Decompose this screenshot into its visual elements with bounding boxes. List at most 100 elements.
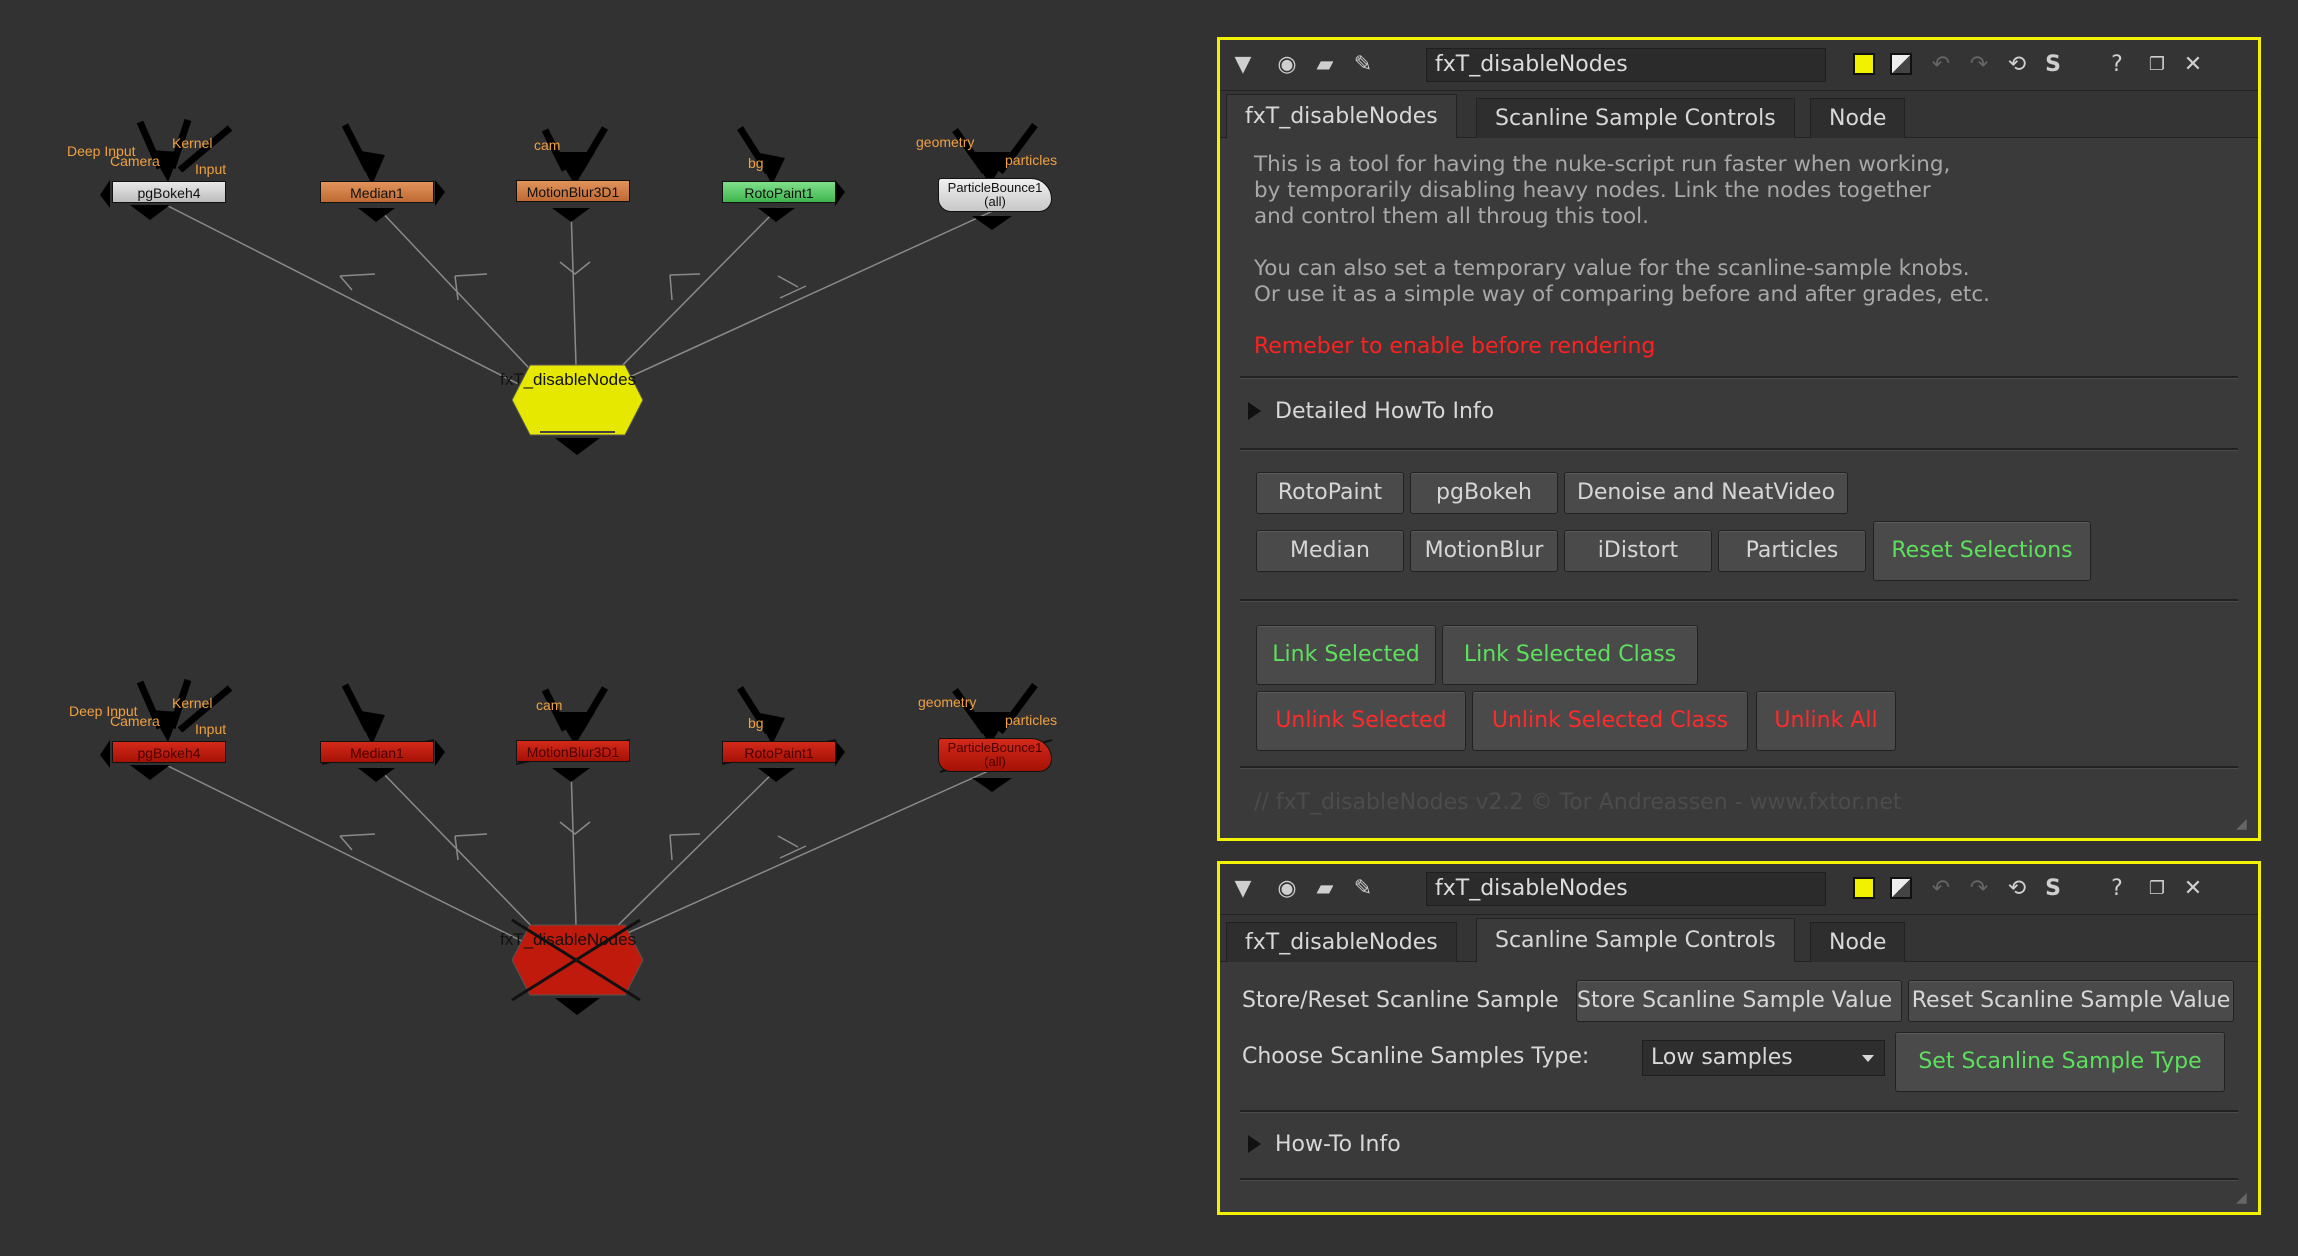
panel-toolbar: ▼ ◉ ▰ ✎ fxT_disableNodes ↶ ↷ ⟲ S ? ❐ ✕ bbox=[1220, 864, 2258, 915]
help-icon[interactable]: ? bbox=[2100, 48, 2134, 82]
input-label-particles-b: particles bbox=[1005, 712, 1058, 728]
s-icon[interactable]: S bbox=[2036, 48, 2070, 82]
store-reset-label: Store/Reset Scanline Sample bbox=[1242, 988, 1559, 1013]
input-label-particles: particles bbox=[1005, 152, 1058, 168]
tab-fxt-disablenodes[interactable]: fxT_disableNodes bbox=[1226, 922, 1457, 962]
input-label-bg: bg bbox=[748, 155, 764, 171]
input-label-cam: cam bbox=[534, 137, 561, 153]
float-icon[interactable]: ❐ bbox=[2140, 48, 2174, 82]
close-icon[interactable]: ✕ bbox=[2176, 48, 2210, 82]
wrench-icon[interactable]: ✎ bbox=[1346, 48, 1380, 82]
set-scanline-type-button[interactable]: Set Scanline Sample Type bbox=[1895, 1032, 2225, 1092]
revert-icon[interactable]: ⟲ bbox=[2000, 872, 2034, 906]
description-line: This is a tool for having the nuke-scrip… bbox=[1254, 152, 1951, 177]
revert-icon[interactable]: ⟲ bbox=[2000, 48, 2034, 82]
render-warning: Remeber to enable before rendering bbox=[1254, 334, 1656, 359]
undo-icon[interactable]: ↶ bbox=[1924, 872, 1958, 906]
divider bbox=[1240, 1178, 2238, 1181]
gray-color-swatch[interactable] bbox=[1890, 877, 1912, 899]
unlink-all-button[interactable]: Unlink All bbox=[1756, 691, 1896, 751]
float-icon[interactable]: ❐ bbox=[2140, 872, 2174, 906]
reset-selections-button[interactable]: Reset Selections bbox=[1873, 521, 2091, 581]
node-pgbokeh-top[interactable]: pgBokeh4 bbox=[112, 181, 226, 203]
rotopaint-button[interactable]: RotoPaint bbox=[1256, 472, 1404, 514]
redo-icon[interactable]: ↷ bbox=[1962, 872, 1996, 906]
node-median-bottom[interactable]: Median1 bbox=[320, 741, 434, 763]
redo-icon[interactable]: ↷ bbox=[1962, 48, 1996, 82]
reset-scanline-button[interactable]: Reset Scanline Sample Value bbox=[1908, 980, 2234, 1022]
divider bbox=[1240, 1110, 2238, 1113]
choose-type-label: Choose Scanline Samples Type: bbox=[1242, 1044, 1590, 1069]
expand-triangle-icon bbox=[1248, 1135, 1261, 1153]
s-icon[interactable]: S bbox=[2036, 872, 2070, 906]
link-selected-class-button[interactable]: Link Selected Class bbox=[1442, 625, 1698, 685]
main-node-label-bottom: fxT_disableNodes bbox=[500, 930, 637, 949]
help-icon[interactable]: ? bbox=[2100, 872, 2134, 906]
link-selected-button[interactable]: Link Selected bbox=[1256, 625, 1436, 685]
collapse-triangle-icon[interactable]: ▼ bbox=[1226, 872, 1260, 906]
tab-scanline-sample-controls[interactable]: Scanline Sample Controls bbox=[1476, 918, 1795, 962]
node-motionblur-top[interactable]: MotionBlur3D1 bbox=[516, 180, 630, 202]
description-line: You can also set a temporary value for t… bbox=[1254, 256, 1970, 281]
node-graph[interactable]: pgBokeh4 Median1 MotionBlur3D1 RotoPaint… bbox=[0, 0, 1200, 1256]
resize-handle-icon[interactable]: ◢ bbox=[2236, 1190, 2254, 1208]
panel-tabs: fxT_disableNodes Scanline Sample Control… bbox=[1220, 915, 2258, 962]
node-particlebounce-top[interactable]: ParticleBounce1 (all) bbox=[938, 178, 1052, 212]
expand-triangle-icon bbox=[1248, 402, 1261, 420]
node-median-top[interactable]: Median1 bbox=[320, 181, 434, 203]
yellow-color-swatch[interactable] bbox=[1853, 53, 1875, 75]
wrench-icon[interactable]: ✎ bbox=[1346, 872, 1380, 906]
divider bbox=[1240, 376, 2238, 379]
input-label-input-b: Input bbox=[195, 721, 227, 737]
pgbokeh-button[interactable]: pgBokeh bbox=[1410, 472, 1558, 514]
close-icon[interactable]: ✕ bbox=[2176, 872, 2210, 906]
tab-fxt-disablenodes[interactable]: fxT_disableNodes bbox=[1226, 94, 1457, 138]
unlink-selected-button[interactable]: Unlink Selected bbox=[1256, 691, 1466, 751]
input-label-kernel: Kernel bbox=[172, 135, 213, 151]
median-button[interactable]: Median bbox=[1256, 530, 1404, 572]
description-line: Or use it as a simple way of comparing b… bbox=[1254, 282, 1991, 307]
version-footer: // fxT_disableNodes v2.2 © Tor Andreasse… bbox=[1254, 790, 1902, 815]
properties-panel-scanline: ▼ ◉ ▰ ✎ fxT_disableNodes ↶ ↷ ⟲ S ? ❐ ✕ f… bbox=[1217, 861, 2261, 1215]
film-icon[interactable]: ▰ bbox=[1308, 872, 1342, 906]
properties-panel-main: ▼ ◉ ▰ ✎ fxT_disableNodes ↶ ↷ ⟲ S ? ❐ ✕ f… bbox=[1217, 37, 2261, 841]
howto-label: Detailed HowTo Info bbox=[1275, 399, 1495, 424]
panel-tabs: fxT_disableNodes Scanline Sample Control… bbox=[1220, 91, 2258, 138]
gray-color-swatch[interactable] bbox=[1890, 53, 1912, 75]
node-particlebounce-bottom[interactable]: ParticleBounce1 (all) bbox=[938, 738, 1052, 772]
tab-node[interactable]: Node bbox=[1810, 98, 1906, 138]
input-label-geometry-b: geometry bbox=[918, 694, 977, 710]
description-line: and control them all throug this tool. bbox=[1254, 204, 1649, 229]
scanline-type-select[interactable]: Low samples bbox=[1642, 1040, 1885, 1076]
node-name-field[interactable]: fxT_disableNodes bbox=[1426, 872, 1826, 906]
store-scanline-button[interactable]: Store Scanline Sample Value bbox=[1576, 980, 1902, 1022]
resize-handle-icon[interactable]: ◢ bbox=[2236, 816, 2254, 834]
scanline-type-value: Low samples bbox=[1651, 1045, 1793, 1070]
yellow-color-swatch[interactable] bbox=[1853, 877, 1875, 899]
tab-node[interactable]: Node bbox=[1810, 922, 1906, 962]
unlink-selected-class-button[interactable]: Unlink Selected Class bbox=[1472, 691, 1748, 751]
particles-button[interactable]: Particles bbox=[1718, 530, 1866, 572]
howto-collapser[interactable]: Detailed HowTo Info bbox=[1248, 399, 1494, 424]
node-pgbokeh-bottom[interactable]: pgBokeh4 bbox=[112, 741, 226, 763]
film-icon[interactable]: ▰ bbox=[1308, 48, 1342, 82]
motionblur-button[interactable]: MotionBlur bbox=[1410, 530, 1558, 572]
input-label-cam-b: cam bbox=[536, 697, 563, 713]
collapse-triangle-icon[interactable]: ▼ bbox=[1226, 48, 1260, 82]
undo-icon[interactable]: ↶ bbox=[1924, 48, 1958, 82]
tab-scanline-sample-controls[interactable]: Scanline Sample Controls bbox=[1476, 98, 1795, 138]
idistort-button[interactable]: iDistort bbox=[1564, 530, 1712, 572]
node-rotopaint-top[interactable]: RotoPaint1 bbox=[722, 181, 836, 203]
node-motionblur-bottom[interactable]: MotionBlur3D1 bbox=[516, 740, 630, 762]
input-label-geometry: geometry bbox=[916, 134, 975, 150]
denoise-neatvideo-button[interactable]: Denoise and NeatVideo bbox=[1564, 472, 1848, 514]
settings-circle-icon[interactable]: ◉ bbox=[1270, 48, 1304, 82]
settings-circle-icon[interactable]: ◉ bbox=[1270, 872, 1304, 906]
divider bbox=[1240, 448, 2238, 451]
node-name-field[interactable]: fxT_disableNodes bbox=[1426, 48, 1826, 82]
input-label-camera-b: Camera bbox=[110, 713, 160, 729]
input-label-camera: Camera bbox=[110, 153, 160, 169]
main-node-label-top: fxT_disableNodes bbox=[500, 370, 637, 389]
node-rotopaint-bottom[interactable]: RotoPaint1 bbox=[722, 741, 836, 763]
howto-collapser[interactable]: How-To Info bbox=[1248, 1132, 1401, 1157]
